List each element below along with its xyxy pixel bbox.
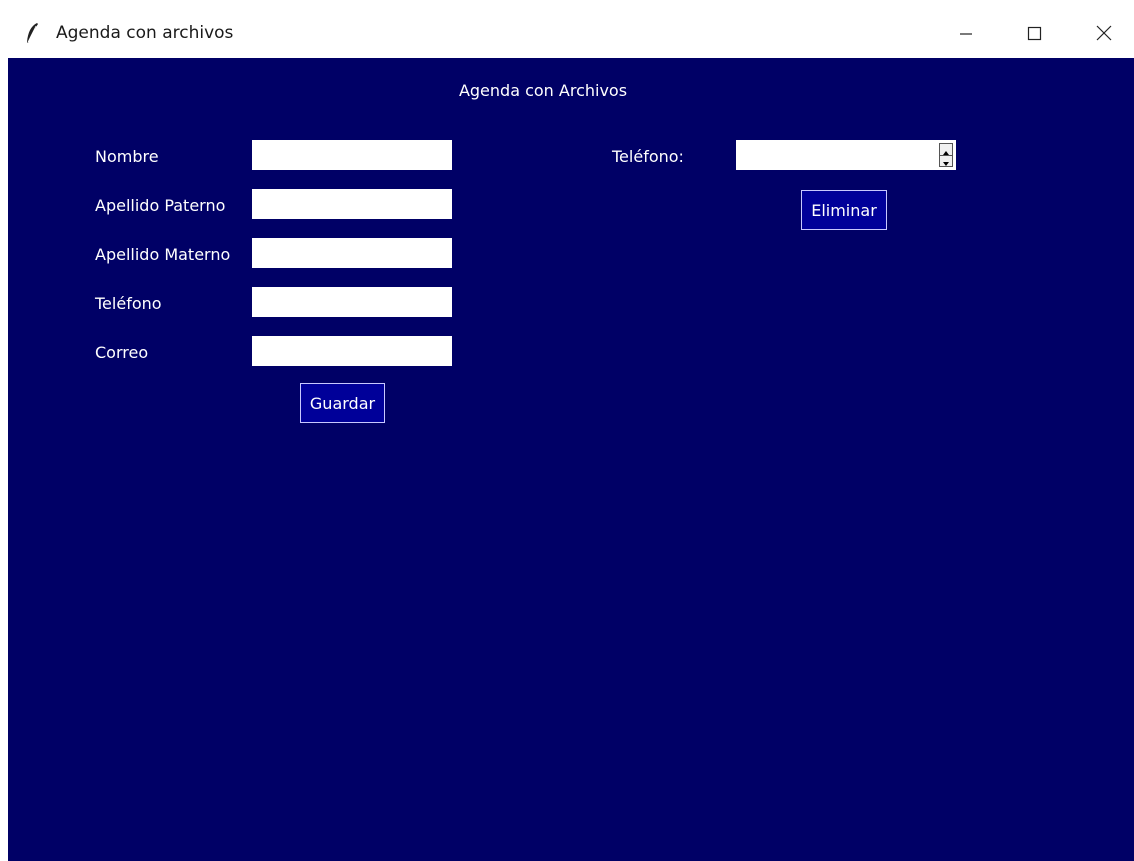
- save-button[interactable]: Guardar: [300, 383, 385, 423]
- phone-spinbox[interactable]: [736, 140, 956, 170]
- telefono-input[interactable]: [252, 287, 452, 317]
- app-window: Agenda con archivos Agenda con Archivos …: [8, 8, 1134, 861]
- correo-label: Correo: [95, 343, 149, 362]
- maximize-button[interactable]: [1002, 8, 1066, 58]
- apellido-paterno-input[interactable]: [252, 189, 452, 219]
- apellido-materno-input[interactable]: [252, 238, 452, 268]
- apellido-materno-label: Apellido Materno: [95, 245, 231, 264]
- delete-button[interactable]: Eliminar: [801, 190, 887, 230]
- close-button[interactable]: [1070, 8, 1134, 58]
- apellido-paterno-label: Apellido Paterno: [95, 196, 226, 215]
- delete-phone-label: Teléfono:: [612, 147, 684, 166]
- correo-input[interactable]: [252, 336, 452, 366]
- spinbox-arrows[interactable]: [939, 143, 953, 167]
- window-title: Agenda con archivos: [56, 23, 234, 43]
- page-title: Agenda con Archivos: [458, 81, 628, 100]
- nombre-label: Nombre: [95, 147, 159, 166]
- nombre-input[interactable]: [252, 140, 452, 170]
- main-panel: Agenda con Archivos Nombre Apellido Pate…: [8, 58, 1134, 861]
- telefono-label: Teléfono: [95, 294, 162, 313]
- minimize-button[interactable]: [934, 8, 998, 58]
- spin-down-icon[interactable]: [940, 155, 952, 166]
- phone-spinbox-input[interactable]: [736, 140, 934, 170]
- title-bar[interactable]: Agenda con archivos: [8, 8, 1134, 58]
- feather-icon: [25, 22, 39, 44]
